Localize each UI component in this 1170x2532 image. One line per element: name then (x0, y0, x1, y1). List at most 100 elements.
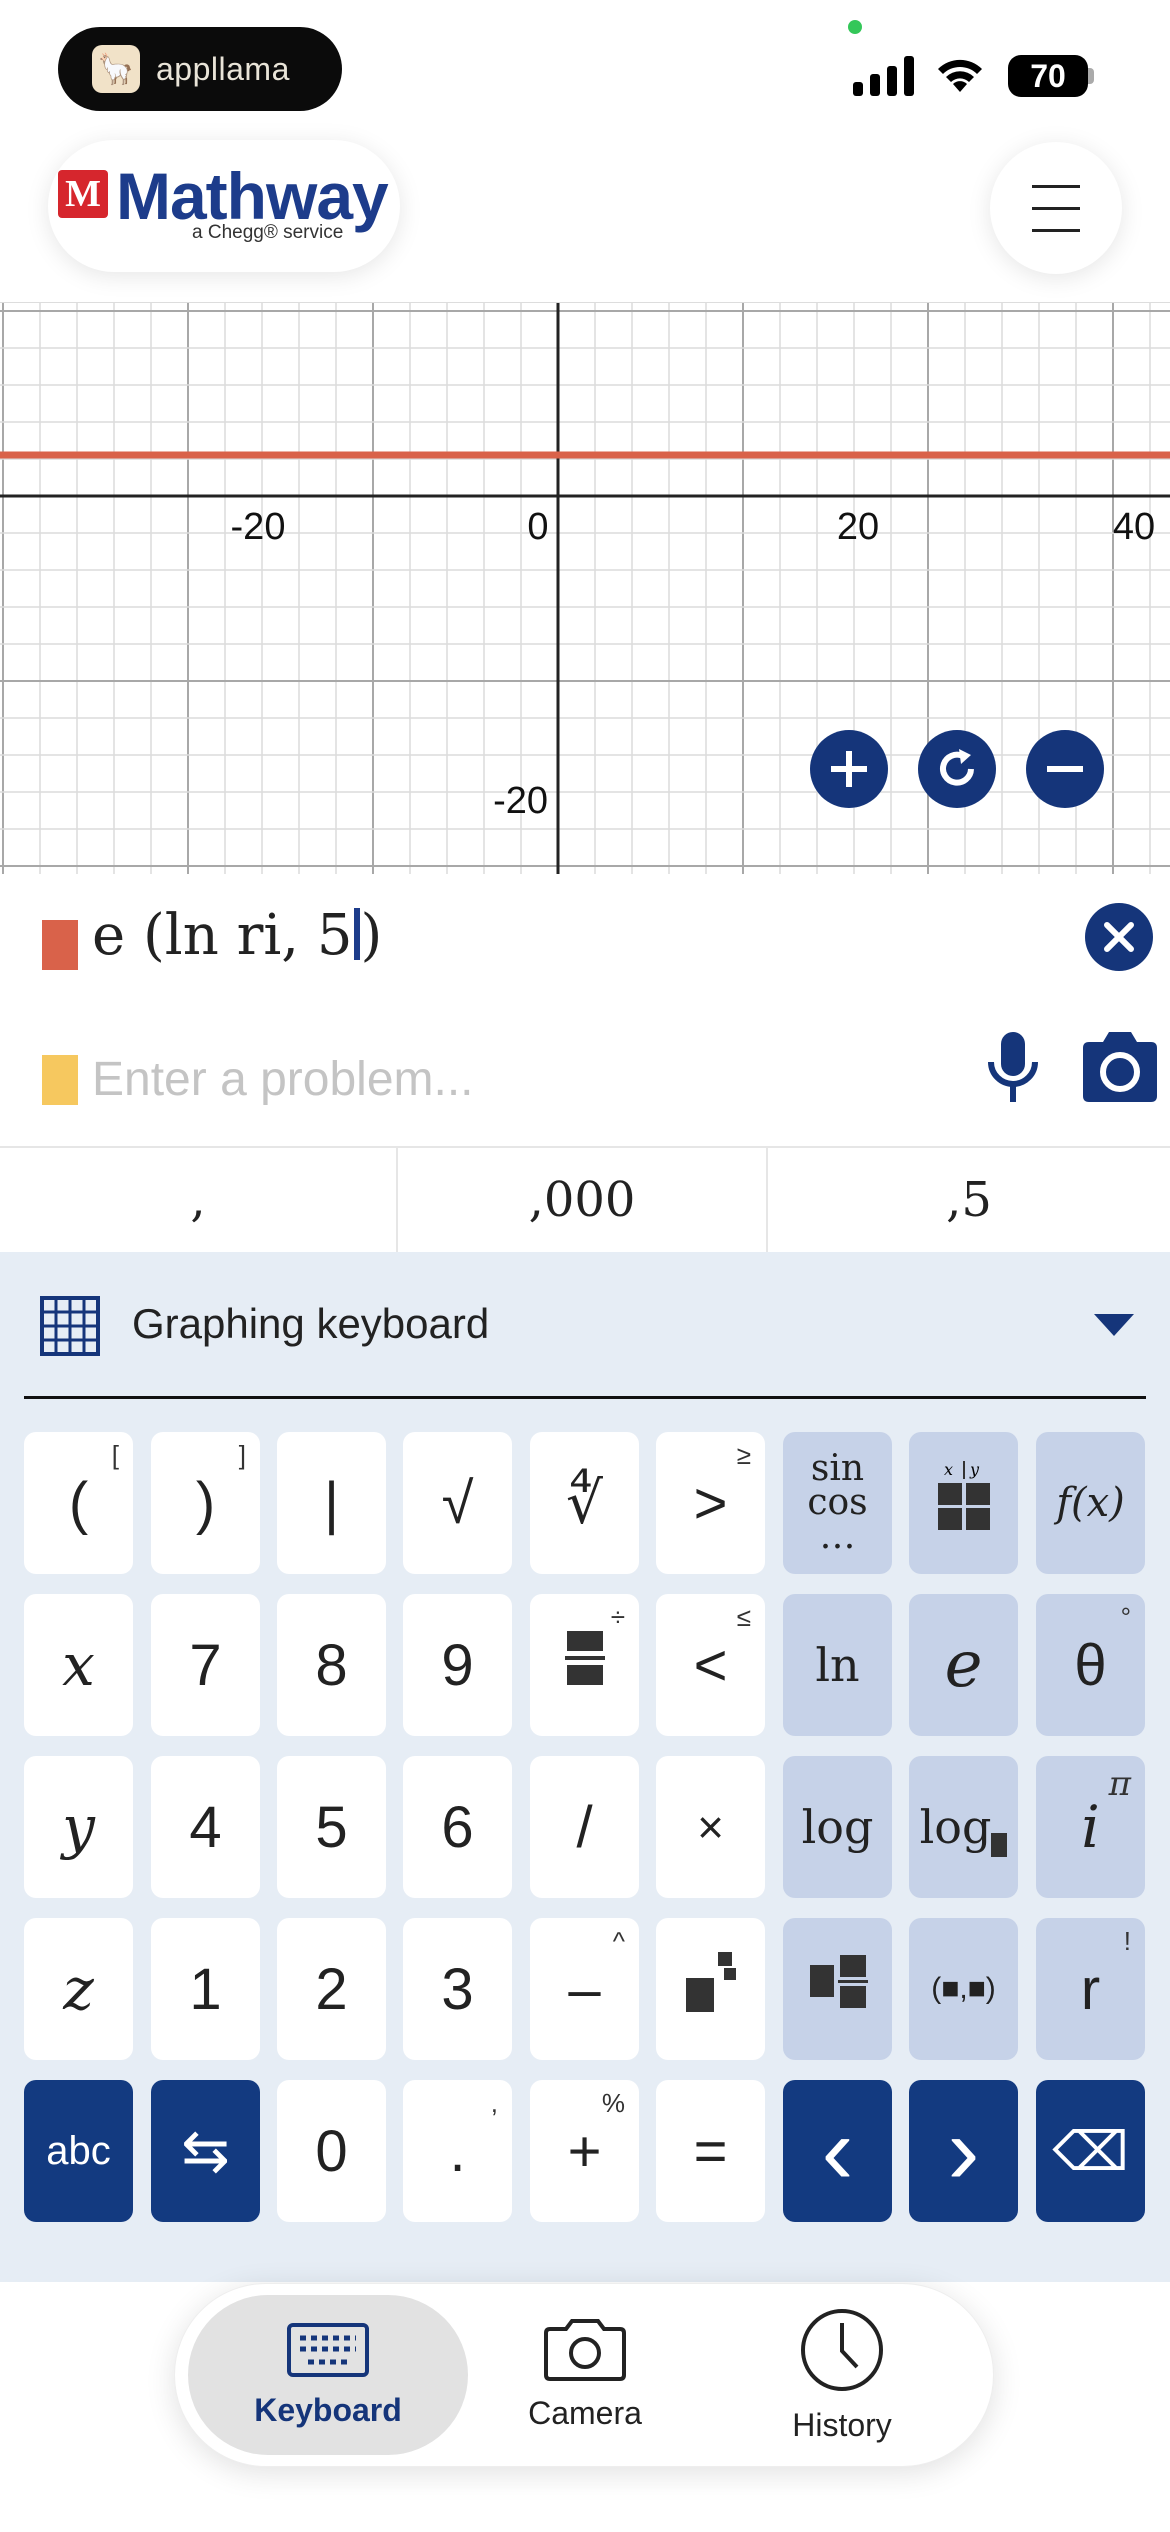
key-backspace[interactable]: ⌫ (1036, 2080, 1145, 2222)
key-5[interactable]: 5 (277, 1756, 386, 1898)
key-3[interactable]: 3 (403, 1918, 512, 2060)
key-label: ⇆ (181, 2119, 230, 2184)
menu-line (1032, 184, 1080, 188)
graph-canvas[interactable]: -20 0 20 40 -20 (0, 303, 1170, 874)
key-secondary-label: ÷ (610, 1602, 625, 1632)
key-minus[interactable]: – ^ (530, 1918, 639, 2060)
key-secondary-label: ° (1120, 1602, 1131, 1632)
key-label: < (693, 1632, 728, 1698)
camera-icon[interactable] (1079, 1030, 1161, 1104)
key-label: 0 (315, 2118, 348, 2184)
key-greater[interactable]: > ≥ (656, 1432, 765, 1574)
key-z[interactable]: z (24, 1918, 133, 2060)
microphone-icon[interactable] (985, 1030, 1041, 1106)
key-log-base[interactable]: log (909, 1756, 1018, 1898)
key-divide[interactable]: / (530, 1756, 639, 1898)
key-label: ‹ (821, 2097, 854, 2204)
key-close-paren[interactable]: )] (151, 1432, 260, 1574)
x-tick-label: 0 (527, 506, 548, 548)
key-8[interactable]: 8 (277, 1594, 386, 1736)
key-4[interactable]: 4 (151, 1756, 260, 1898)
key-6[interactable]: 6 (403, 1756, 512, 1898)
input-color-swatch[interactable] (42, 1055, 78, 1105)
key-equals[interactable]: = (656, 2080, 765, 2222)
key-label: x (62, 1631, 95, 1699)
hamburger-menu-button[interactable] (990, 142, 1122, 274)
key-0[interactable]: 0 (277, 2080, 386, 2222)
key-2[interactable]: 2 (277, 1918, 386, 2060)
zoom-out-button[interactable] (1026, 730, 1104, 808)
tab-camera[interactable]: Camera (445, 2295, 725, 2455)
mixed-fraction-icon (808, 1953, 868, 2025)
key-label: e (944, 1628, 983, 1702)
key-e[interactable]: e (909, 1594, 1018, 1736)
fraction-icon (564, 1629, 605, 1701)
key-right[interactable]: › (909, 2080, 1018, 2222)
problem-input[interactable] (92, 1044, 892, 1114)
expression-closing: ) (360, 903, 383, 968)
subscript-box (991, 1833, 1008, 1857)
keyboard-title: Graphing keyboard (132, 1300, 490, 1347)
key-label: sin cos … (807, 1448, 868, 1557)
key-open-paren[interactable]: ([ (24, 1432, 133, 1574)
key-function[interactable]: f(x) (1036, 1432, 1145, 1574)
problem-color-swatch[interactable] (42, 920, 78, 970)
suggestion-chip[interactable]: ,000 (398, 1148, 768, 1252)
key-7[interactable]: 7 (151, 1594, 260, 1736)
key-plus[interactable]: +% (530, 2080, 639, 2222)
key-label: . (449, 2118, 466, 2184)
key-point[interactable]: (■,■) (909, 1918, 1018, 2060)
key-secondary-label: ≤ (736, 1602, 751, 1632)
reset-view-button[interactable] (918, 730, 996, 808)
key-secondary-label: ^ (612, 1926, 625, 1956)
key-ln[interactable]: ln (783, 1594, 892, 1736)
key-less[interactable]: < ≤ (656, 1594, 765, 1736)
key-label: √ (441, 1470, 474, 1536)
key-label: – (568, 1956, 601, 2022)
key-left[interactable]: ‹ (783, 2080, 892, 2222)
key-9[interactable]: 9 (403, 1594, 512, 1736)
key-decimal[interactable]: ., (403, 2080, 512, 2222)
key-abs[interactable]: | (277, 1432, 386, 1574)
key-theta[interactable]: θ ° (1036, 1594, 1145, 1736)
keyboard-selector[interactable]: Graphing keyboard (0, 1252, 1170, 1400)
key-power[interactable]: power (656, 1918, 765, 2060)
key-secondary-label: π (1108, 1764, 1131, 1804)
key-mixed-fraction[interactable]: mixed (783, 1918, 892, 2060)
suggestion-chip[interactable]: ,5 (768, 1148, 1170, 1252)
key-secondary-label: ! (1123, 1926, 1131, 1956)
app-indicator-pill[interactable]: 🦙 appllama (58, 27, 342, 111)
key-i[interactable]: iπ (1036, 1756, 1145, 1898)
key-label: 8 (315, 1632, 348, 1698)
minus-icon (1047, 766, 1083, 772)
clear-problem-button[interactable] (1085, 903, 1153, 971)
key-fraction[interactable]: fraction÷ (530, 1594, 639, 1736)
key-switch[interactable]: ⇆ (151, 2080, 260, 2222)
key-y[interactable]: y (24, 1756, 133, 1898)
problem-expression[interactable]: e (ln ri, 5) (92, 903, 382, 968)
key-multiply[interactable]: × (656, 1756, 765, 1898)
chevron-down-icon[interactable] (1094, 1314, 1134, 1336)
battery-cap (1088, 68, 1094, 84)
key-secondary-label: ] (238, 1440, 246, 1470)
key-nth-root[interactable]: ∜ (530, 1432, 639, 1574)
key-log[interactable]: log (783, 1756, 892, 1898)
tab-history[interactable]: History (702, 2295, 982, 2455)
x-tick-label: -20 (231, 506, 286, 548)
key-1[interactable]: 1 (151, 1918, 260, 2060)
zoom-in-button[interactable] (810, 730, 888, 808)
key-secondary-label: , (490, 2088, 498, 2118)
key-r[interactable]: r! (1036, 1918, 1145, 2060)
cellular-signal-icon (853, 54, 914, 96)
key-x[interactable]: x (24, 1594, 133, 1736)
key-abc[interactable]: abc (24, 2080, 133, 2222)
tab-keyboard[interactable]: Keyboard (188, 2295, 468, 2455)
suggestion-chip[interactable]: , (0, 1148, 398, 1252)
key-trig[interactable]: sin cos … (783, 1432, 892, 1574)
power-icon (684, 1950, 738, 2028)
key-label: f(x) (1056, 1480, 1125, 1526)
key-table[interactable]: xyx|y (909, 1432, 1018, 1574)
graph-area[interactable]: -20 0 20 40 -20 (0, 302, 1170, 874)
key-sqrt[interactable]: √ (403, 1432, 512, 1574)
key-label: ln (815, 1638, 860, 1692)
